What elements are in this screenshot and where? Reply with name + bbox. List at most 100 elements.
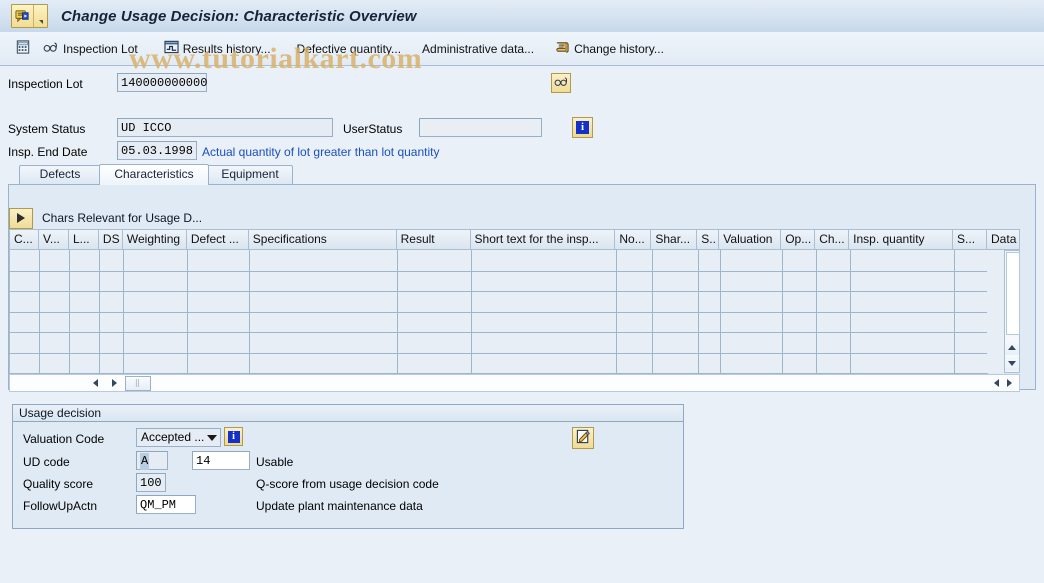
chevron-down-icon — [207, 435, 217, 441]
grid-column-header-label: Shar... — [655, 232, 690, 246]
grid-toolbar: Chars Relevant for Usage D... — [9, 206, 202, 230]
usage-decision-title: Usage decision — [13, 405, 683, 422]
grid-column-header-label: C... — [14, 232, 33, 246]
grid-column-separator — [782, 250, 783, 373]
grid-column-header-label: Result — [401, 232, 435, 246]
expand-chars-button[interactable] — [9, 208, 33, 229]
grid-column-separator — [39, 250, 40, 373]
grid-horizontal-scrollbar[interactable]: ⣿ — [9, 374, 1020, 392]
scroll-icon — [555, 40, 570, 57]
toolbar-item-label: Change history... — [574, 42, 664, 56]
ud-code-catalog-input[interactable]: 14 — [192, 451, 250, 470]
toolbar-item-label: Inspection Lot — [63, 42, 138, 56]
grid-column-separator — [123, 250, 124, 373]
grid-column-header[interactable]: Insp. quantity — [849, 229, 953, 250]
system-status-input[interactable]: UD ICCO — [117, 118, 333, 137]
followup-action-input[interactable]: QM_PM — [136, 495, 196, 514]
grid-column-header[interactable]: S... — [953, 229, 987, 250]
status-info-button[interactable]: i — [572, 117, 593, 138]
inspection-lot-glasses-button[interactable] — [551, 73, 571, 93]
scroll-far-right-button[interactable] — [1003, 376, 1016, 391]
grid-column-header[interactable]: L... — [69, 229, 99, 250]
grid-column-header-label: Valuation — [723, 232, 772, 246]
defective-quantity-button[interactable]: Defective quantity... — [290, 37, 409, 61]
pencil-edit-icon — [576, 429, 591, 447]
grid-column-separator — [99, 250, 100, 373]
application-toolbar: Inspection Lot Results history... Defect… — [0, 32, 1044, 66]
grid-column-header-label: Insp. quantity — [853, 232, 924, 246]
valuation-code-value: Accepted ... — [141, 429, 204, 446]
usage-decision-icon[interactable] — [12, 5, 33, 27]
title-icon-group[interactable] — [11, 4, 48, 28]
grid-column-separator — [69, 250, 70, 373]
administrative-data-button[interactable]: Administrative data... — [415, 37, 541, 61]
results-history-button[interactable]: Results history... — [157, 37, 278, 61]
grid-column-header[interactable]: Shar... — [651, 229, 697, 250]
quality-score-description: Q-score from usage decision code — [256, 477, 439, 491]
inspection-lot-button[interactable]: Inspection Lot — [36, 37, 145, 61]
ud-code-value: A — [140, 453, 149, 470]
tab-defects[interactable]: Defects — [19, 165, 101, 184]
change-history-button[interactable]: Change history... — [548, 37, 671, 61]
grid-column-header[interactable]: Weighting — [123, 229, 187, 250]
arrow-left-icon — [93, 379, 98, 387]
followup-action-label: FollowUpActn — [23, 499, 97, 513]
grid-row-separator — [9, 291, 987, 292]
tab-equipment[interactable]: Equipment — [207, 165, 293, 184]
grid-column-header[interactable]: C... — [9, 229, 39, 250]
vertical-scroll-thumb[interactable] — [1006, 252, 1020, 335]
scroll-down-button[interactable] — [1005, 355, 1019, 371]
ud-code-input[interactable]: A — [136, 451, 168, 470]
grid-column-header[interactable]: Valuation — [719, 229, 781, 250]
grid-column-separator — [616, 250, 617, 373]
grid-column-header[interactable]: Defect ... — [187, 229, 249, 250]
grid-column-header-label: S.. — [701, 232, 716, 246]
grid-column-header[interactable]: V... — [39, 229, 69, 250]
scroll-left-button[interactable] — [89, 376, 102, 391]
arrow-up-icon — [1008, 345, 1016, 350]
grid-column-header[interactable]: No... — [615, 229, 651, 250]
horizontal-scroll-thumb[interactable]: ⣿ — [125, 376, 151, 391]
grid-vertical-scrollbar[interactable] — [1004, 250, 1020, 373]
grid-column-header[interactable]: Op... — [781, 229, 815, 250]
valuation-code-info-button[interactable]: i — [224, 427, 243, 446]
valuation-code-select[interactable]: Accepted ... — [136, 428, 221, 447]
insp-end-date-input[interactable]: 05.03.1998 — [117, 141, 197, 160]
grid-column-header[interactable]: Data — [987, 229, 1020, 250]
tab-strip: Defects Characteristics Equipment — [8, 165, 1036, 185]
grid-column-header[interactable]: Ch... — [815, 229, 849, 250]
toolbar-item-label: Administrative data... — [422, 42, 534, 56]
grid-column-separator — [954, 250, 955, 373]
toolbar-item-label: Results history... — [183, 42, 271, 56]
user-status-input[interactable] — [419, 118, 542, 137]
scroll-right-button[interactable] — [108, 376, 121, 391]
scroll-far-left-button[interactable] — [990, 376, 1003, 391]
scroll-up-button[interactable] — [1005, 339, 1019, 355]
info-icon: i — [228, 431, 240, 443]
inspection-lot-label: Inspection Lot — [8, 77, 83, 91]
grid-column-separator — [187, 250, 188, 373]
page-title: Change Usage Decision: Characteristic Ov… — [61, 8, 417, 25]
glasses-icon — [554, 75, 569, 91]
followup-action-description: Update plant maintenance data — [256, 499, 423, 513]
ud-code-label: UD code — [23, 455, 70, 469]
grip-icon: ⣿ — [135, 381, 141, 386]
grid-column-header[interactable]: DS — [99, 229, 123, 250]
tab-characteristics[interactable]: Characteristics — [99, 164, 209, 185]
grid-column-header[interactable]: Result — [397, 229, 471, 250]
edit-usage-decision-button[interactable] — [572, 427, 594, 449]
dropdown-arrow-icon[interactable] — [33, 5, 47, 27]
glasses-icon — [43, 40, 59, 57]
grid-column-header[interactable]: S.. — [697, 229, 719, 250]
grid-column-header-label: Specifications — [253, 232, 327, 246]
grid-headline-label: Chars Relevant for Usage D... — [42, 211, 202, 225]
grid-column-header-label: Op... — [785, 232, 811, 246]
grid-column-header-label: DS — [103, 232, 120, 246]
grid-row-separator — [9, 312, 987, 313]
grid-body[interactable] — [9, 250, 1020, 373]
calculator-button[interactable] — [12, 37, 34, 61]
grid-column-header[interactable]: Short text for the insp... — [471, 229, 616, 250]
quality-score-input[interactable]: 100 — [136, 473, 166, 492]
grid-column-header[interactable]: Specifications — [249, 229, 397, 250]
inspection-lot-input[interactable]: 140000000000 — [117, 73, 207, 92]
